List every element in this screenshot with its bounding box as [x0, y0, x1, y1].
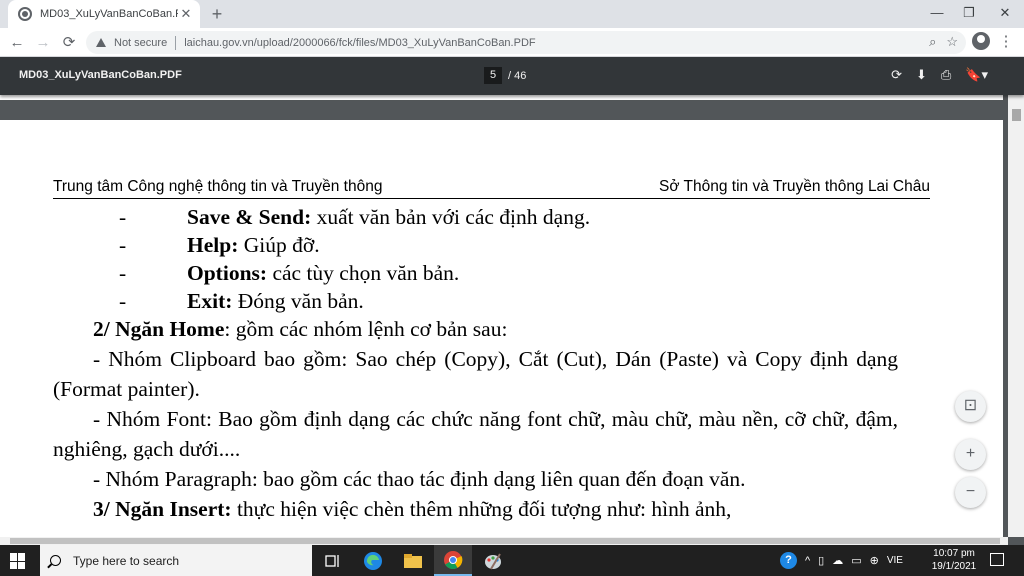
bullet-term: Exit: [187, 289, 233, 313]
pdf-page: Trung tâm Công nghệ thông tin và Truyền … [0, 120, 1003, 537]
url-text[interactable]: laichau.gov.vn/upload/2000066/fck/files/… [184, 37, 535, 49]
bookmark-star-icon[interactable]: ☆ [946, 34, 958, 50]
bullet-desc: Đóng văn bản. [232, 289, 364, 313]
taskbar-clock[interactable]: 10:07 pm 19/1/2021 [926, 547, 982, 573]
browser-tab[interactable]: MD03_XuLyVanBanCoBan.PDF ✕ [8, 0, 200, 28]
rotate-icon[interactable]: ⟳ [891, 67, 902, 83]
zoom-icon[interactable]: ⌕ [929, 34, 936, 50]
network-globe-icon[interactable]: ⊕ [870, 554, 879, 567]
paragraph-font: - Nhóm Font: Bao gồm định dạng các chức … [53, 407, 898, 461]
notification-center-icon[interactable] [990, 553, 1004, 566]
bullet-dash: - [119, 289, 127, 313]
browser-menu-icon[interactable]: ⋮ [998, 32, 1014, 52]
page-indicator: 5 / 46 [484, 67, 526, 84]
section2-desc: : gồm các nhóm lệnh cơ bản sau: [224, 317, 508, 341]
fit-page-button[interactable]: ⊡ [955, 391, 986, 422]
new-tab-button[interactable]: + [206, 3, 228, 25]
edge-browser-icon[interactable] [354, 545, 392, 576]
header-left: Trung tâm Công nghệ thông tin và Truyền … [53, 178, 383, 195]
zoom-out-button[interactable]: − [955, 477, 986, 508]
help-icon[interactable]: ? [780, 552, 797, 569]
section-heading-insert: 3/ Ngăn Insert: thực hiện việc chèn thêm… [53, 494, 898, 524]
bullet-desc: các tùy chọn văn bản. [267, 261, 460, 285]
previous-page-edge [0, 95, 1003, 100]
list-item: - Help: Giúp đỡ. [53, 230, 898, 258]
warning-icon[interactable] [96, 38, 106, 47]
globe-icon [18, 7, 32, 21]
forward-button[interactable]: → [32, 32, 54, 54]
header-right: Sở Thông tin và Truyền thông Lai Châu [659, 178, 930, 195]
pdf-filename: MD03_XuLyVanBanCoBan.PDF [19, 69, 182, 81]
browser-titlebar: MD03_XuLyVanBanCoBan.PDF ✕ + — ❐ ✕ [0, 0, 1024, 28]
total-pages: / 46 [508, 69, 527, 82]
language-indicator[interactable]: VIE [887, 555, 903, 566]
paint-app-icon[interactable] [474, 545, 512, 576]
minimize-button[interactable]: — [920, 0, 954, 28]
profile-avatar-icon[interactable] [972, 32, 990, 50]
system-tray: ? ^ ▯ ☁ ▭ ⊕ VIE [780, 545, 911, 576]
address-bar[interactable]: Not secure laichau.gov.vn/upload/2000066… [86, 31, 966, 54]
document-header: Trung tâm Công nghệ thông tin và Truyền … [53, 176, 930, 199]
omnibox-divider [175, 35, 177, 50]
reload-button[interactable]: ⟳ [58, 32, 80, 54]
omnibox-actions: ⌕ ☆ [929, 34, 958, 50]
bullet-desc: Giúp đỡ. [238, 233, 320, 257]
browser-toolbar: ← → ⟳ Not secure laichau.gov.vn/upload/2… [0, 28, 1024, 57]
taskbar-search-box[interactable]: Type here to search [40, 545, 312, 576]
onedrive-cloud-icon[interactable]: ☁ [832, 554, 843, 567]
list-item: - Options: các tùy chọn văn bản. [53, 258, 898, 286]
bullet-dash: - [119, 205, 127, 229]
horizontal-scroll-thumb[interactable] [10, 538, 1000, 544]
chrome-browser-icon[interactable] [434, 545, 472, 576]
section-heading-home: 2/ Ngăn Home: gồm các nhóm lệnh cơ bản s… [53, 314, 898, 344]
vertical-scrollbar[interactable] [1008, 95, 1024, 537]
paragraph-paragraph: - Nhóm Paragraph: bao gồm các thao tác đ… [93, 467, 746, 491]
device-icon[interactable]: ▯ [818, 554, 824, 567]
bullet-dash: - [119, 261, 127, 285]
file-explorer-icon[interactable] [394, 545, 432, 576]
clock-date: 19/1/2021 [931, 561, 977, 572]
close-window-button[interactable]: ✕ [988, 0, 1022, 28]
zoom-in-button[interactable]: + [955, 439, 986, 470]
section3-desc: thực hiện việc chèn thêm những đối tượng… [231, 497, 732, 521]
tab-title: MD03_XuLyVanBanCoBan.PDF [40, 8, 178, 20]
battery-icon[interactable]: ▭ [851, 554, 861, 567]
taskbar: Type here to search ? ^ ▯ ☁ ▭ ⊕ VIE 10:0… [0, 545, 1024, 576]
pdf-viewer: MD03_XuLyVanBanCoBan.PDF 5 / 46 ⟳ ⬇ ⎙ 🔖▾… [0, 57, 1024, 545]
bullet-term: Help: [187, 233, 239, 257]
bullet-desc: xuất văn bản với các định dạng. [311, 205, 591, 229]
search-placeholder: Type here to search [73, 553, 180, 568]
document-body: - Save & Send: xuất văn bản với các định… [53, 202, 898, 524]
pdf-bookmark-icon[interactable]: 🔖▾ [965, 67, 988, 83]
section3-title: 3/ Ngăn Insert: [93, 497, 232, 521]
bullet-term: Options: [187, 261, 268, 285]
paragraph-clipboard: - Nhóm Clipboard bao gồm: Sao chép (Copy… [53, 347, 898, 401]
chevron-up-icon[interactable]: ^ [805, 555, 810, 567]
tab-close-icon[interactable]: ✕ [178, 6, 194, 22]
pdf-actions: ⟳ ⬇ ⎙ 🔖▾ [891, 67, 988, 83]
pdf-toolbar: MD03_XuLyVanBanCoBan.PDF 5 / 46 ⟳ ⬇ ⎙ 🔖▾ [0, 57, 1024, 95]
print-icon[interactable]: ⎙ [941, 67, 951, 83]
restore-button[interactable]: ❐ [952, 0, 986, 28]
list-item: - Exit: Đóng văn bản. [53, 286, 898, 314]
current-page-input[interactable]: 5 [484, 67, 502, 84]
list-item: - Save & Send: xuất văn bản với các định… [53, 202, 898, 230]
security-label[interactable]: Not secure [114, 37, 167, 49]
vertical-scroll-thumb[interactable] [1012, 109, 1021, 121]
bullet-dash: - [119, 233, 127, 257]
back-button[interactable]: ← [6, 32, 28, 54]
pdf-page-area[interactable]: Trung tâm Công nghệ thông tin và Truyền … [0, 95, 1008, 537]
task-view-icon[interactable] [314, 545, 352, 576]
bullet-term: Save & Send: [187, 205, 312, 229]
clock-time: 10:07 pm [933, 548, 975, 559]
download-icon[interactable]: ⬇ [916, 67, 927, 83]
windows-start-icon[interactable] [10, 553, 26, 569]
search-icon [50, 555, 61, 566]
section2-title: 2/ Ngăn Home [93, 317, 225, 341]
